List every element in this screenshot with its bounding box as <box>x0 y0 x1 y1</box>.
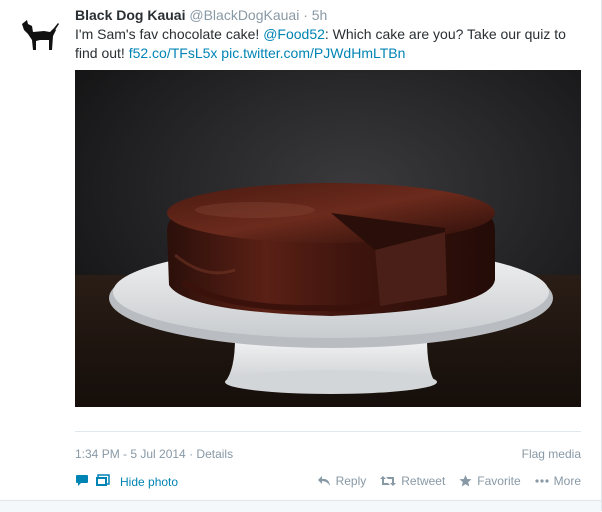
flag-media-link[interactable]: Flag media <box>522 447 581 461</box>
favorite-button[interactable]: Favorite <box>459 474 521 488</box>
url-link[interactable]: f52.co/TFsL5x <box>129 45 218 61</box>
divider <box>75 431 581 432</box>
separator: · <box>303 7 308 23</box>
ellipsis-icon <box>535 479 549 483</box>
more-label: More <box>553 474 581 488</box>
reply-icon <box>317 476 330 486</box>
tweet-actions: Reply Retweet Favorite More <box>303 474 581 488</box>
tweet-container: Black Dog Kauai @BlackDogKauai · 5h I'm … <box>0 0 602 512</box>
reply-button[interactable]: Reply <box>317 474 367 488</box>
tweet-header: Black Dog Kauai @BlackDogKauai · 5h <box>75 7 327 23</box>
pic-link[interactable]: pic.twitter.com/PJWdHmLTBn <box>221 45 405 61</box>
retweet-label: Retweet <box>401 474 446 488</box>
favorite-label: Favorite <box>477 474 521 488</box>
reply-label: Reply <box>335 474 367 488</box>
hide-photo-button[interactable]: Hide photo <box>120 475 178 489</box>
tweet-photo[interactable] <box>75 70 581 407</box>
display-name[interactable]: Black Dog Kauai <box>75 7 185 23</box>
tweet-text-part: I'm Sam's fav chocolate cake! <box>75 26 264 42</box>
timestamp[interactable]: 1:34 PM - 5 Jul 2014 <box>75 447 186 461</box>
mention-link[interactable]: @Food52 <box>263 26 325 42</box>
star-icon <box>459 475 472 487</box>
retweet-icon <box>380 476 397 486</box>
tweet-time[interactable]: 5h <box>312 7 328 23</box>
tweet-bottom-border <box>0 500 601 512</box>
username[interactable]: @BlackDogKauai <box>189 7 299 23</box>
retweet-button[interactable]: Retweet <box>380 474 445 488</box>
tweet-meta: 1:34 PM - 5 Jul 2014 · Details <box>75 447 233 461</box>
media-actions: Hide photo <box>75 474 178 490</box>
details-link[interactable]: Details <box>196 447 233 461</box>
speech-bubble-icon[interactable] <box>75 474 89 490</box>
photo-icon[interactable] <box>95 474 110 490</box>
chocolate-cake-photo <box>75 70 581 407</box>
more-button[interactable]: More <box>535 474 581 488</box>
meta-separator: · <box>189 447 194 461</box>
tweet-text: I'm Sam's fav chocolate cake! @Food52: W… <box>75 25 590 63</box>
avatar[interactable] <box>14 10 62 58</box>
black-dog-avatar-icon <box>14 10 62 58</box>
